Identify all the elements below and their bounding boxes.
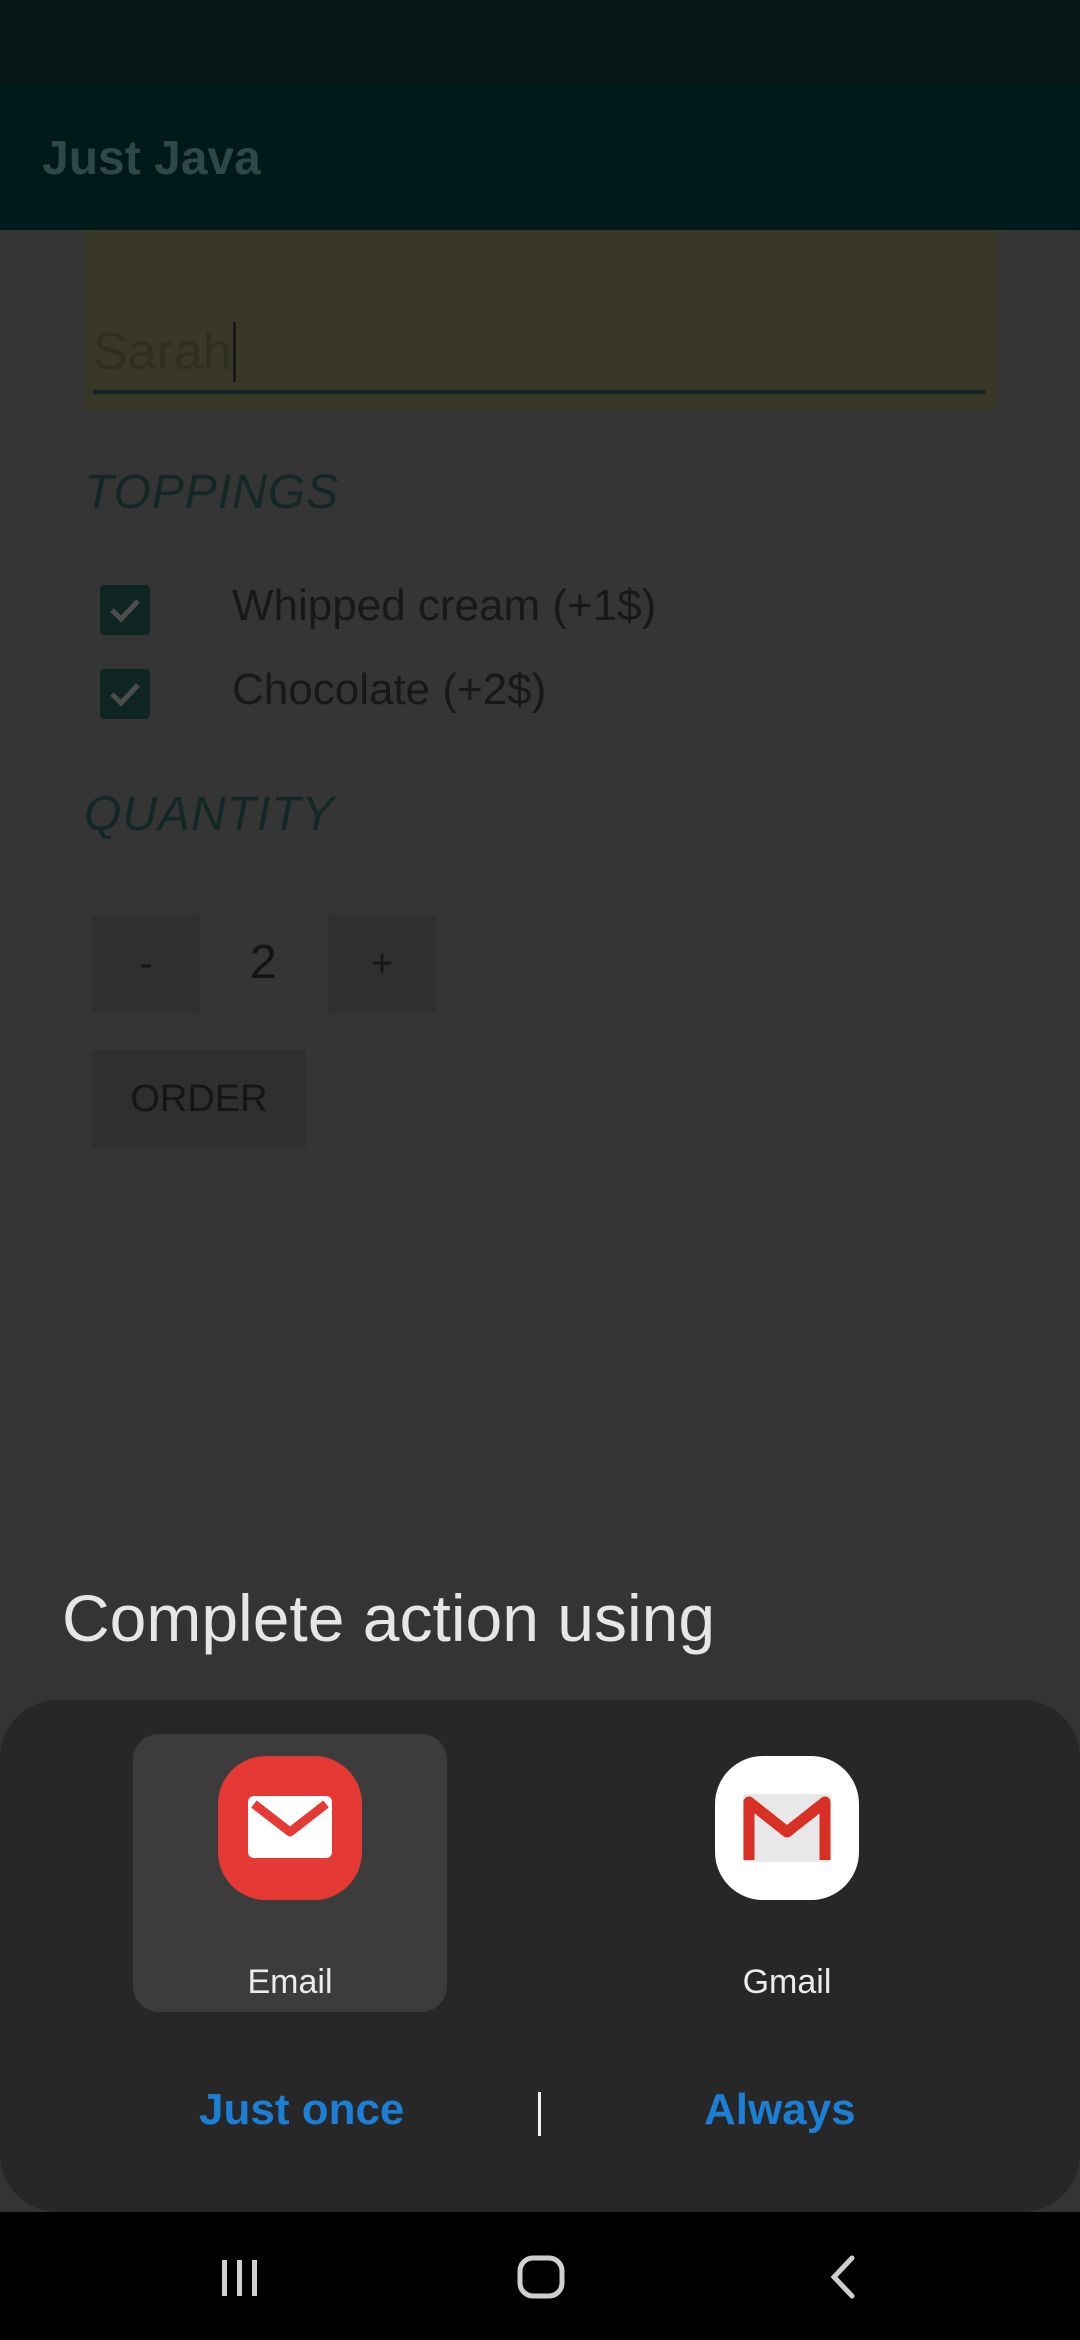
app-bar: Just Java	[0, 84, 1080, 230]
order-button[interactable]: ORDER	[92, 1050, 306, 1148]
email-app-option[interactable]: Email	[133, 1734, 447, 2012]
gmail-app-option[interactable]: Gmail	[630, 1734, 944, 2012]
whipped-cream-checkbox[interactable]	[100, 585, 150, 635]
check-icon	[110, 683, 140, 707]
email-icon	[218, 1756, 362, 1900]
quantity-header: QUANTITY	[84, 788, 335, 841]
app-chooser-sheet: Email Gmail Just once Always	[0, 1700, 1080, 2212]
text-caret	[232, 322, 236, 382]
app-title: Just Java	[42, 132, 261, 185]
name-value: Sarah	[93, 323, 232, 381]
name-field-underline	[93, 390, 985, 394]
decrement-button[interactable]: -	[92, 915, 200, 1013]
order-form: Sarah TOPPINGS Whipped cream (+1$) Choco…	[0, 230, 1080, 1600]
status-bar	[0, 0, 1080, 84]
always-button[interactable]: Always	[704, 2085, 856, 2135]
name-field[interactable]: Sarah	[84, 230, 996, 410]
just-once-button[interactable]: Just once	[199, 2085, 404, 2135]
check-icon	[110, 599, 140, 623]
action-divider	[538, 2092, 541, 2136]
whipped-cream-label: Whipped cream (+1$)	[232, 581, 657, 630]
email-app-label: Email	[247, 1963, 333, 2001]
home-icon[interactable]	[512, 2252, 572, 2307]
dialog-title: Complete action using	[62, 1581, 716, 1655]
back-icon[interactable]	[814, 2252, 874, 2307]
navigation-bar	[0, 2212, 1080, 2340]
gmail-icon	[715, 1756, 859, 1900]
increment-button[interactable]: +	[328, 915, 436, 1013]
recent-apps-icon[interactable]	[210, 2252, 270, 2307]
chocolate-label: Chocolate (+2$)	[232, 665, 547, 714]
toppings-header: TOPPINGS	[84, 466, 340, 519]
gmail-app-label: Gmail	[742, 1963, 832, 2001]
chocolate-checkbox[interactable]	[100, 669, 150, 719]
name-field-text: Sarah	[93, 322, 236, 382]
quantity-value: 2	[250, 936, 277, 989]
